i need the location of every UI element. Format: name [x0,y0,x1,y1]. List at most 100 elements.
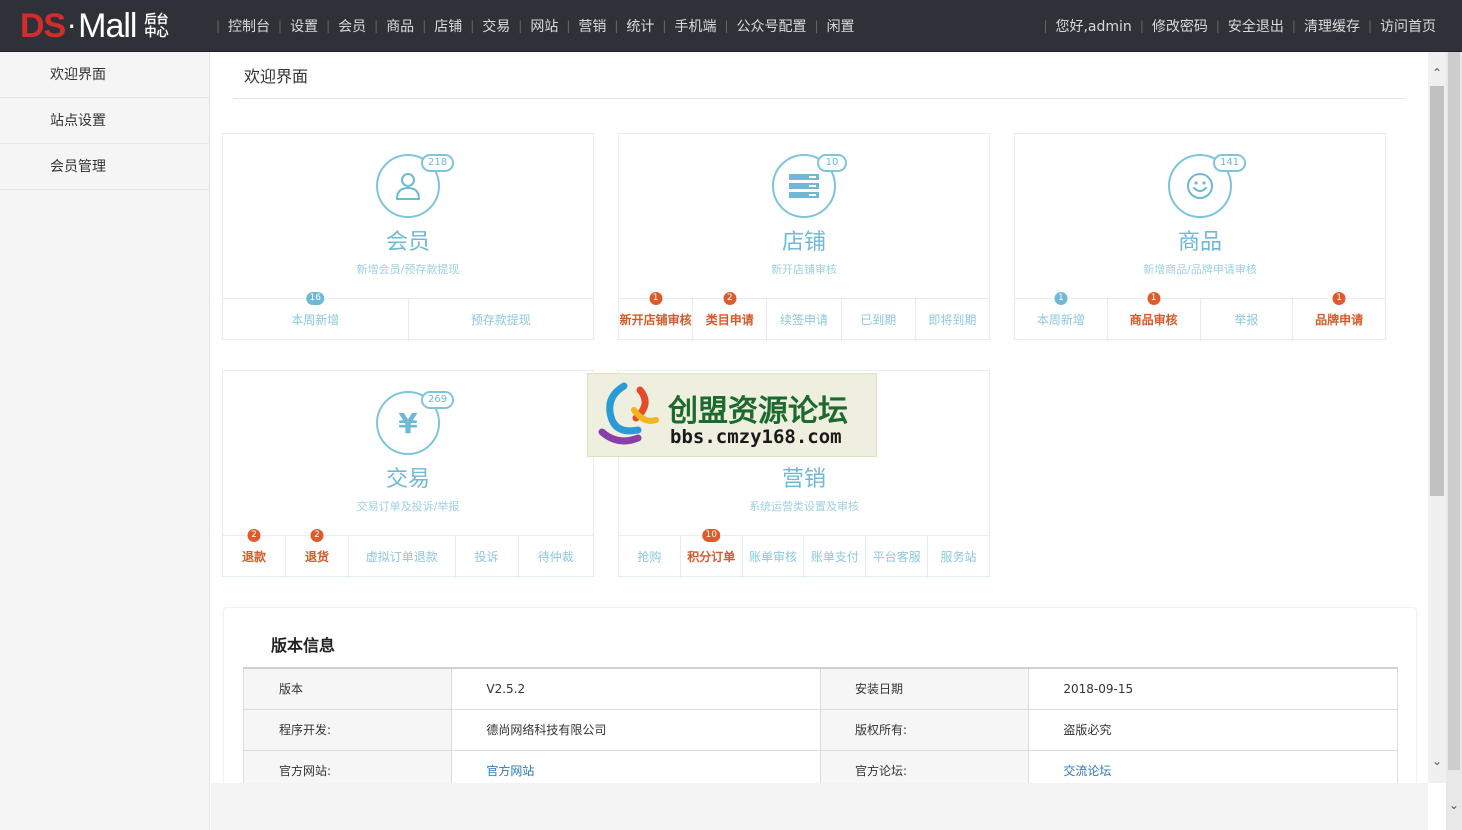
sidebar-item-welcome[interactable]: 欢迎界面 [0,52,209,98]
table-row: 版本 V2.5.2 安装日期 2018-09-15 [242,667,1398,710]
logo[interactable]: DS · Mall 后台中心 [20,6,172,46]
nav-wechat-config[interactable]: 公众号配置 [737,16,807,36]
page-scrollbar[interactable]: ⌄ [1446,52,1462,830]
nav-mobile[interactable]: 手机端 [674,16,716,36]
copyright-label: 版权所有: [819,708,1030,751]
nav-settings[interactable]: 设置 [290,16,318,36]
official-site-label: 官方网站: [242,749,453,783]
nav-member[interactable]: 会员 [338,16,366,36]
top-nav: | 控制台 | 设置 | 会员 | 商品 | 店铺 | 交易 | 网站 | 营销 | 统计 | 手… [208,0,855,52]
link-service-station[interactable]: 服务站 [927,536,989,578]
developer-label: 程序开发: [242,708,453,751]
card-links: 2 退款 2 退货 虚拟订单退款 投诉 待仲裁 [223,528,593,578]
version-table: 版本 V2.5.2 安装日期 2018-09-15 程序开发: 德尚网络科技有限… [242,667,1398,783]
card-trade: ¥ 269 交易 交易订单及投诉/举报 2 退款 2 退货 虚拟订单退款 投诉 待仲… [222,370,594,578]
card-title[interactable]: 会员 [223,224,593,256]
visit-home-link[interactable]: 访问首页 [1380,16,1436,36]
official-site-link[interactable]: 官方网站 [486,764,534,778]
link-expired[interactable]: 已到期 [840,299,915,341]
card-title[interactable]: 营销 [619,461,989,493]
link-points-orders[interactable]: 10 积分订单 [679,528,742,578]
logo-ds: DS [20,6,66,45]
table-row: 官方网站: 官方网站 官方论坛: 交流论坛 [242,749,1398,783]
change-password-link[interactable]: 修改密码 [1152,16,1208,36]
nav-idle[interactable]: 闲置 [827,16,855,36]
link-predeposit-withdraw[interactable]: 预存款提现 [407,299,594,341]
nav-dashboard[interactable]: 控制台 [228,16,270,36]
link-flash-sale[interactable]: 抢购 [619,536,680,578]
link-member-weekly-new[interactable]: 16 本周新增 [223,291,408,341]
sidebar-item-site-settings[interactable]: 站点设置 [0,98,209,144]
card-description: 新开店铺审核 [771,263,837,276]
watermark-url: bbs.cmzy168.com [670,426,842,448]
link-pending-arbitration[interactable]: 待仲裁 [517,536,593,578]
nav-trade[interactable]: 交易 [482,16,510,36]
clear-cache-link[interactable]: 清理缓存 [1304,16,1360,36]
goods-count-badge: 141 [1213,154,1247,172]
sidebar: 欢迎界面 站点设置 会员管理 [0,52,210,830]
link-virtual-order-refund[interactable]: 虚拟订单退款 [348,536,454,578]
nav-website[interactable]: 网站 [530,16,558,36]
card-title[interactable]: 交易 [223,461,593,493]
nav-store[interactable]: 店铺 [434,16,462,36]
copyright-value: 盗版必究 [1028,708,1398,751]
top-bar: DS · Mall 后台中心 | 控制台 | 设置 | 会员 | 商品 | 店铺 | 交易… [0,0,1462,52]
card-goods: 141 商品 新增商品/品牌申请审核 1 本周新增 1 商品审核 举报 1 品牌申请 [1014,133,1386,341]
watermark: 创盟资源论坛 bbs.cmzy168.com [587,373,877,457]
bottom-strip [211,783,1428,830]
nav-stats[interactable]: 统计 [626,16,654,36]
link-goods-review[interactable]: 1 商品审核 [1106,291,1200,341]
count-badge: 10 [701,528,721,543]
link-return[interactable]: 2 退货 [285,528,348,578]
card-title[interactable]: 商品 [1015,224,1385,256]
link-refund[interactable]: 2 退款 [223,528,285,578]
card-links: 16 本周新增 预存款提现 [223,291,594,341]
card-title[interactable]: 店铺 [619,224,989,256]
store-count-badge: 10 [817,154,847,172]
card-description: 交易订单及投诉/举报 [356,500,460,513]
link-complaint[interactable]: 投诉 [454,536,518,578]
link-category-apply[interactable]: 2 类目申请 [692,291,766,341]
count-badge: 16 [305,291,325,306]
logout-link[interactable]: 安全退出 [1228,16,1284,36]
count-badge: 2 [722,291,738,306]
scroll-down-icon[interactable]: ⌄ [1428,752,1446,770]
link-goods-weekly-new[interactable]: 1 本周新增 [1015,291,1107,341]
page-scroll-down-icon[interactable]: ⌄ [1446,798,1462,814]
card-description: 新增会员/预存款提现 [356,263,460,276]
nav-goods[interactable]: 商品 [386,16,414,36]
official-forum-label: 官方论坛: [819,749,1030,783]
link-brand-apply[interactable]: 1 品牌申请 [1292,291,1385,341]
card-member: 218 会员 新增会员/预存款提现 16 本周新增 预存款提现 [222,133,594,341]
table-row: 程序开发: 德尚网络科技有限公司 版权所有: 盗版必究 [242,708,1398,751]
sidebar-item-member-management[interactable]: 会员管理 [0,144,209,190]
link-bill-review[interactable]: 账单审核 [741,536,804,578]
scroll-thumb[interactable] [1430,86,1444,496]
link-platform-service[interactable]: 平台客服 [865,536,927,578]
count-badge: 2 [309,528,325,543]
logo-dot: · [67,9,77,43]
link-new-store-review[interactable]: 1 新开店铺审核 [619,291,692,341]
page-title: 欢迎界面 [233,52,1405,99]
page-scroll-thumb[interactable] [1448,52,1460,770]
link-report[interactable]: 举报 [1199,299,1293,341]
forum-link[interactable]: 交流论坛 [1063,764,1111,778]
link-expiring-soon[interactable]: 即将到期 [914,299,989,341]
link-renewal-apply[interactable]: 续签申请 [766,299,840,341]
watermark-logo-icon [598,382,659,445]
content-scrollbar[interactable]: ⌃ ⌄ [1428,52,1446,783]
card-description: 系统运营类设置及审核 [749,500,859,513]
link-bill-payment[interactable]: 账单支付 [803,536,865,578]
version-value: V2.5.2 [451,667,821,710]
card-links: 抢购 10 积分订单 账单审核 账单支付 平台客服 服务站 [619,528,989,578]
watermark-title: 创盟资源论坛 [668,394,848,429]
card-description: 新增商品/品牌申请审核 [1143,263,1257,276]
count-badge: 1 [1331,291,1347,306]
nav-marketing[interactable]: 营销 [578,16,606,36]
count-badge: 1 [1053,291,1069,306]
greeting[interactable]: 您好,admin [1055,16,1131,36]
install-date-value: 2018-09-15 [1028,667,1398,710]
install-date-label: 安装日期 [819,667,1030,710]
scroll-up-icon[interactable]: ⌃ [1428,64,1446,82]
version-panel: 版本信息 版本 V2.5.2 安装日期 2018-09-15 程序开发: 德尚网… [223,607,1417,783]
